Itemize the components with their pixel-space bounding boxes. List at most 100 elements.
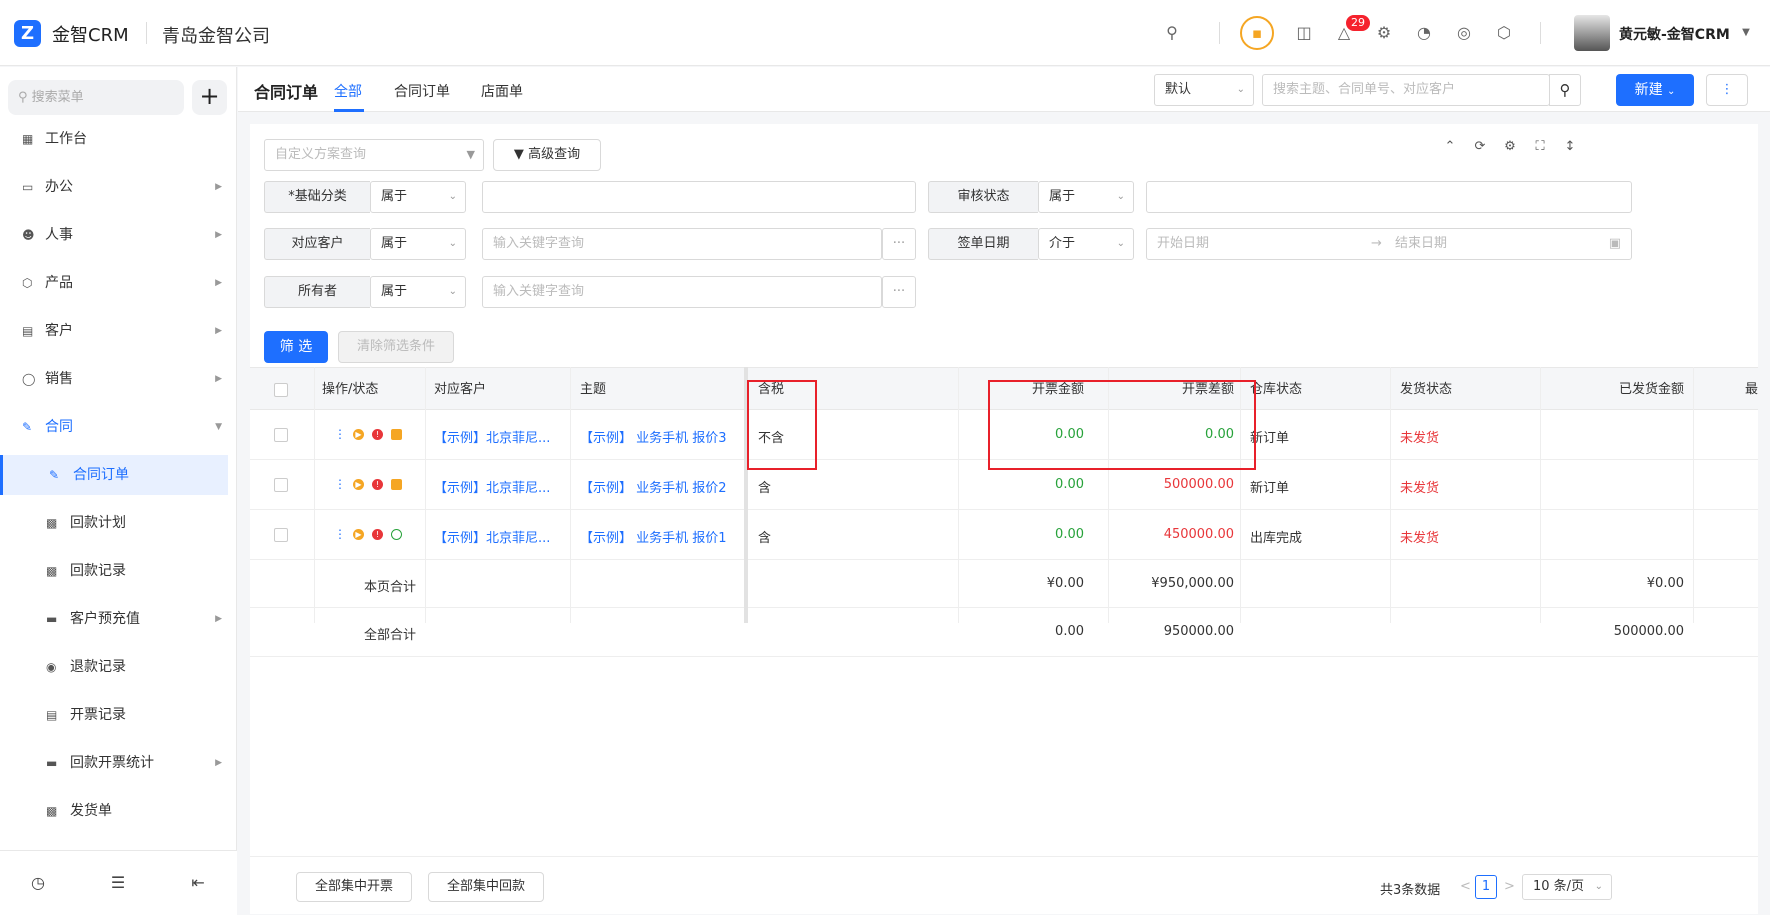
announcement-icon[interactable]: ▪ — [1240, 16, 1274, 50]
tab-store-order[interactable]: 店面单 — [481, 81, 523, 101]
customer-picker-button[interactable]: ··· — [882, 228, 916, 260]
customer-keyword-input[interactable]: 输入关键字查询 — [482, 228, 882, 260]
column-header-customer[interactable]: 对应客户 — [434, 368, 486, 411]
sidebar-item-contract-order[interactable]: ✎ 合同订单 — [0, 455, 228, 495]
all-total-label: 全部合计 — [363, 628, 416, 643]
row-checkbox[interactable] — [274, 528, 288, 542]
more-vertical-icon[interactable]: ⋮ — [334, 428, 346, 440]
browser-icon[interactable]: ◎ — [1452, 21, 1476, 45]
sidebar-item-customer[interactable]: ▤ 客户 ▶ — [0, 311, 228, 351]
user-name[interactable]: 黄元敏-金智CRM — [1619, 24, 1730, 44]
pie-chart-icon[interactable]: ◔ — [1412, 21, 1436, 45]
play-icon[interactable]: ▶ — [353, 529, 364, 540]
prev-page-button[interactable]: < — [1460, 879, 1471, 894]
new-button[interactable]: 新建 ⌄ — [1616, 74, 1694, 106]
menu-search-input[interactable]: ⚲ 搜索菜单 — [8, 80, 184, 115]
play-icon[interactable]: ▶ — [353, 479, 364, 490]
add-menu-button[interactable]: + — [192, 80, 227, 115]
alert-icon[interactable]: ! — [372, 529, 383, 540]
column-header-truncated[interactable]: 最 — [1745, 368, 1758, 411]
search-icon[interactable]: ⚲ — [1549, 74, 1581, 106]
inbox-icon[interactable]: ◫ — [1292, 21, 1316, 45]
row-checkbox[interactable] — [274, 478, 288, 492]
sidebar-item-contract[interactable]: ✎ 合同 ▼ — [0, 407, 228, 447]
sidebar-item-prepaid[interactable]: ▬ 客户预充值 ▶ — [0, 599, 228, 639]
subject-link[interactable]: 【示例】 业务手机 报价3 — [580, 427, 750, 446]
column-header-shipped-amount[interactable]: 已发货金额 — [1550, 368, 1684, 411]
row-checkbox[interactable] — [274, 428, 288, 442]
refresh-icon[interactable]: ⟳ — [1470, 139, 1490, 154]
column-header-actions[interactable]: 操作/状态 — [322, 368, 378, 411]
owner-picker-button[interactable]: ··· — [882, 276, 916, 308]
next-page-button[interactable]: > — [1504, 879, 1515, 894]
customer-link[interactable]: 【示例】北京菲尼... — [434, 527, 562, 546]
search-input[interactable]: 搜索主题、合同单号、对应客户 — [1262, 74, 1550, 106]
date-operator-select[interactable]: 介于 ⌄ — [1038, 228, 1134, 260]
company-name[interactable]: 青岛金智公司 — [162, 22, 270, 48]
filter-button[interactable]: 筛 选 — [264, 331, 328, 363]
collapse-up-icon[interactable]: ⌃ — [1440, 139, 1460, 154]
batch-invoice-button[interactable]: 全部集中开票 — [296, 872, 412, 902]
sidebar-item-payment-plan[interactable]: ▩ 回款计划 — [0, 503, 228, 543]
audit-status-input[interactable] — [1146, 181, 1632, 213]
document-icon[interactable] — [391, 429, 402, 440]
date-range-picker[interactable]: 开始日期 → 结束日期 ▣ — [1146, 228, 1632, 260]
category-operator-select[interactable]: 属于 ⌄ — [370, 181, 466, 213]
sidebar-item-refund[interactable]: ◉ 退款记录 — [0, 647, 228, 687]
subject-link[interactable]: 【示例】 业务手机 报价2 — [580, 477, 750, 496]
page-number-button[interactable]: 1 — [1475, 875, 1497, 899]
advanced-query-button[interactable]: ▼ 高级查询 — [493, 139, 601, 171]
collapse-menu-icon[interactable]: ⇤ — [187, 873, 209, 892]
table-row[interactable]: ⋮ ▶! 【示例】北京菲尼... 【示例】 业务手机 报价1 含 0.00 450… — [250, 511, 1758, 560]
more-vertical-icon[interactable]: ⋮ — [334, 478, 346, 490]
tab-contract-order[interactable]: 合同订单 — [394, 81, 450, 101]
sort-select[interactable]: 默认 ⌄ — [1154, 74, 1254, 106]
divider — [146, 22, 147, 44]
owner-operator-select[interactable]: 属于 ⌄ — [370, 276, 466, 308]
sidebar-item-workbench[interactable]: ▦ 工作台 — [0, 119, 228, 159]
scheme-select[interactable]: 自定义方案查询 ▼ — [264, 139, 484, 171]
owner-keyword-input[interactable]: 输入关键字查询 — [482, 276, 882, 308]
document-icon[interactable] — [391, 479, 402, 490]
tab-all[interactable]: 全部 — [334, 81, 362, 101]
row-height-icon[interactable]: ↕ — [1560, 139, 1580, 154]
more-vertical-icon[interactable]: ⋮ — [334, 528, 346, 540]
refresh-doc-icon[interactable] — [391, 529, 402, 540]
more-actions-button[interactable]: ⋮ — [1706, 74, 1748, 106]
play-icon[interactable]: ▶ — [353, 429, 364, 440]
column-header-subject[interactable]: 主题 — [580, 368, 606, 411]
cube-icon[interactable]: ⬡ — [1492, 21, 1516, 45]
search-icon[interactable]: ⚲ — [1160, 21, 1184, 45]
gear-icon[interactable]: ⚙ — [1372, 21, 1396, 45]
sidebar-item-office[interactable]: ▭ 办公 ▶ — [0, 167, 228, 207]
settings-icon[interactable]: ⚙ — [1500, 139, 1520, 154]
chevron-down-icon[interactable]: ▼ — [1734, 21, 1758, 45]
sidebar-item-delivery[interactable]: ▩ 发货单 — [0, 791, 228, 831]
sidebar-item-payment-record[interactable]: ▩ 回款记录 — [0, 551, 228, 591]
sliders-icon[interactable]: ☰ — [107, 873, 129, 892]
customer-link[interactable]: 【示例】北京菲尼... — [434, 477, 562, 496]
avatar[interactable] — [1574, 15, 1610, 51]
history-icon[interactable]: ◷ — [27, 873, 49, 892]
alert-icon[interactable]: ! — [372, 429, 383, 440]
subject-link[interactable]: 【示例】 业务手机 报价1 — [580, 527, 750, 546]
sidebar-item-product[interactable]: ⬡ 产品 ▶ — [0, 263, 228, 303]
column-header-shipping[interactable]: 发货状态 — [1400, 368, 1452, 411]
column-header-warehouse[interactable]: 仓库状态 — [1250, 368, 1302, 411]
sidebar-item-sales[interactable]: ◯ 销售 ▶ — [0, 359, 228, 399]
chevron-down-icon: ⌄ — [1667, 86, 1676, 97]
select-all-checkbox[interactable] — [274, 383, 288, 397]
sidebar-item-hr[interactable]: ☻ 人事 ▶ — [0, 215, 228, 255]
category-value-input[interactable] — [482, 181, 916, 213]
sidebar-item-invoice[interactable]: ▤ 开票记录 — [0, 695, 228, 735]
customer-link[interactable]: 【示例】北京菲尼... — [434, 427, 562, 446]
page-size-select[interactable]: 10 条/页 ⌄ — [1522, 874, 1612, 900]
batch-payment-button[interactable]: 全部集中回款 — [428, 872, 544, 902]
fullscreen-icon[interactable]: ⛶ — [1530, 139, 1550, 154]
alert-icon[interactable]: ! — [372, 479, 383, 490]
clear-filter-button[interactable]: 清除筛选条件 — [338, 331, 454, 363]
page-total-invoice: ¥0.00 — [1046, 576, 1084, 591]
customer-operator-select[interactable]: 属于 ⌄ — [370, 228, 466, 260]
sidebar-item-statistics[interactable]: ▬ 回款开票统计 ▶ — [0, 743, 228, 783]
audit-operator-select[interactable]: 属于 ⌄ — [1038, 181, 1134, 213]
